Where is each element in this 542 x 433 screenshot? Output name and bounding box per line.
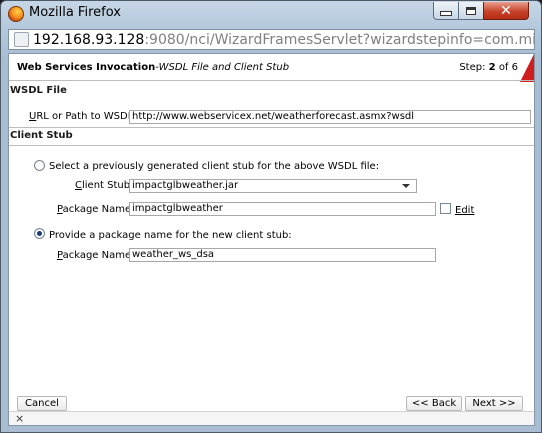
wizard-footer: Cancel << Back Next >>: [9, 394, 534, 411]
client-stub-label-mnemonic: C: [75, 180, 82, 191]
chevron-down-icon: [402, 184, 410, 188]
new-package-input[interactable]: weather_ws_dsa: [129, 248, 436, 262]
new-package-label-text: ackage Name:: [62, 250, 135, 261]
page-icon: [14, 32, 29, 47]
status-bar: ×: [9, 411, 534, 425]
browser-window: Mozilla Firefox ✕ 192.168.93.128:9080/nc…: [0, 0, 542, 433]
close-statusbar-icon[interactable]: ×: [15, 412, 24, 425]
url-host: 192.168.93.128: [33, 31, 145, 48]
address-bar[interactable]: 192.168.93.128:9080/nci/WizardFramesServ…: [8, 29, 535, 50]
step-indicator: Step: 2 of 6: [459, 62, 518, 73]
cancel-button[interactable]: Cancel: [17, 396, 67, 411]
client-stub-section-title: Client Stub: [10, 130, 73, 141]
maximize-icon: [466, 6, 476, 15]
back-button[interactable]: << Back: [406, 396, 462, 411]
existing-stub-label: Select a previously generated client stu…: [49, 161, 380, 172]
window-title: Mozilla Firefox: [29, 5, 121, 20]
wsdl-url-label: URL or Path to WSDL:: [29, 111, 137, 122]
new-stub-label: Provide a package name for the new clien…: [49, 230, 292, 241]
stub-divider: [9, 145, 534, 146]
existing-package-label-text: ackage Name:: [62, 204, 135, 215]
step-label: Step:: [459, 62, 486, 73]
new-stub-radio[interactable]: [34, 228, 45, 239]
existing-package-label: Package Name:: [57, 204, 135, 215]
wsdl-section-title: WSDL File: [10, 85, 67, 96]
client-stub-select[interactable]: impactglbweather.jar: [129, 179, 417, 193]
new-package-label: Package Name:: [57, 250, 135, 261]
wsdl-url-input[interactable]: http://www.webservicex.net/weatherforeca…: [129, 110, 531, 124]
client-stub-label: Client Stub:: [75, 180, 133, 191]
page-title: Web Services Invocation-WSDL File and Cl…: [17, 62, 289, 73]
title-bar[interactable]: Mozilla Firefox ✕: [1, 1, 541, 27]
edit-label: Edit: [455, 205, 474, 216]
page-title-text: Web Services Invocation: [17, 62, 156, 73]
wsdl-url-label-text: RL or Path to WSDL:: [36, 111, 137, 122]
step-total: of 6: [498, 62, 518, 73]
existing-stub-radio[interactable]: [34, 160, 45, 171]
minimize-icon: [440, 11, 452, 16]
url-path: :9080/nci/WizardFramesServlet?wizardstep…: [144, 31, 535, 48]
minimize-button[interactable]: [433, 2, 459, 20]
wizard-header: Web Services Invocation-WSDL File and Cl…: [9, 54, 534, 82]
client-stub-label-text: lient Stub:: [81, 180, 134, 191]
corner-accent: [520, 54, 534, 82]
client-stub-value: impactglbweather.jar: [132, 180, 239, 191]
edit-label-text: Edit: [455, 205, 475, 216]
existing-package-input[interactable]: impactglbweather: [129, 202, 436, 216]
header-divider: [9, 80, 534, 81]
wsdl-divider: [9, 127, 534, 128]
close-icon: ✕: [500, 2, 512, 19]
edit-checkbox[interactable]: [440, 203, 451, 214]
next-button[interactable]: Next >>: [465, 396, 523, 411]
maximize-button[interactable]: [458, 2, 484, 20]
step-current: 2: [488, 62, 496, 73]
page-subtitle: -WSDL File and Client Stub: [155, 62, 290, 73]
firefox-logo-icon: [8, 6, 24, 22]
wizard-page: Web Services Invocation-WSDL File and Cl…: [8, 53, 535, 426]
close-window-button[interactable]: ✕: [483, 2, 529, 20]
